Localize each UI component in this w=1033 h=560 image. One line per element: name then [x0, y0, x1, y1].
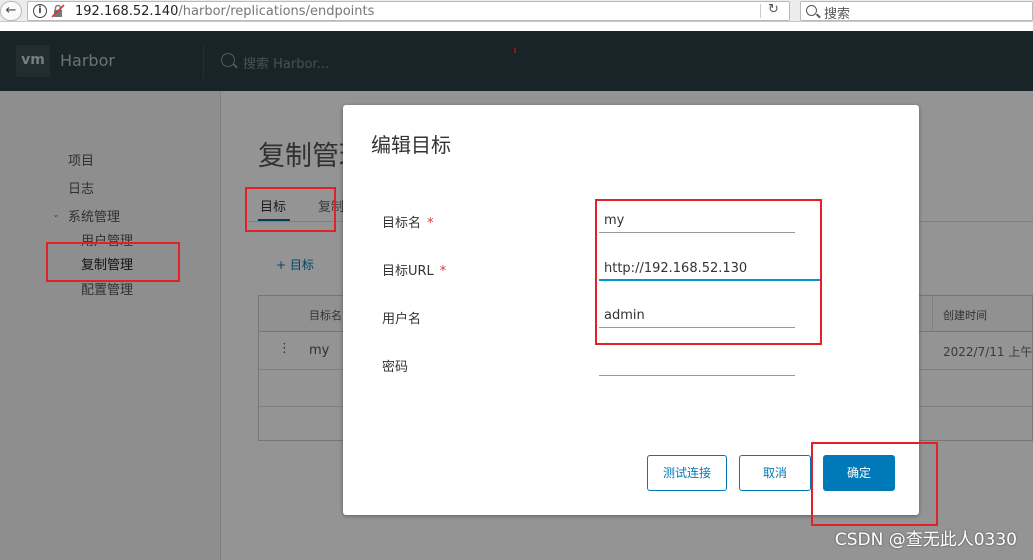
annotation-box-sidebar: [46, 242, 180, 282]
watermark: CSDN @查无此人0330: [834, 530, 1017, 550]
annotation-box-fields: [595, 199, 822, 345]
url-separator: [760, 4, 761, 18]
annotation-box-ok: [811, 442, 938, 526]
reload-icon[interactable]: ↻: [768, 2, 779, 17]
required-marker: *: [427, 216, 434, 231]
dialog-title: 编辑目标: [371, 133, 451, 157]
info-icon[interactable]: i: [33, 4, 47, 18]
insecure-lock-icon: [51, 4, 65, 18]
password-input[interactable]: [599, 352, 795, 376]
url-text: 192.168.52.140/harbor/replications/endpo…: [75, 4, 374, 19]
back-arrow-icon[interactable]: ←: [0, 1, 22, 21]
password-label: 密码: [382, 360, 409, 375]
username-label: 用户名: [382, 312, 422, 327]
target-url-label-text: 目标URL: [382, 264, 434, 279]
search-icon: [806, 5, 817, 16]
test-connection-button[interactable]: 测试连接: [647, 455, 727, 491]
required-marker: *: [439, 264, 447, 279]
target-name-label-text: 目标名: [382, 216, 422, 231]
annotation-box-tab: [245, 187, 336, 232]
browser-toolbar: ← i 192.168.52.140/harbor/replications/e…: [0, 0, 1033, 22]
target-url-label: 目标URL *: [382, 260, 446, 279]
browser-search-placeholder: 搜索: [824, 7, 851, 22]
target-name-label: 目标名 *: [382, 212, 434, 231]
url-path: /harbor/replications/endpoints: [178, 4, 375, 19]
url-host: 192.168.52.140: [75, 4, 179, 19]
address-bar[interactable]: i 192.168.52.140/harbor/replications/end…: [27, 1, 790, 21]
cancel-button[interactable]: 取消: [739, 455, 811, 491]
browser-search-box[interactable]: 搜索: [800, 1, 1033, 22]
